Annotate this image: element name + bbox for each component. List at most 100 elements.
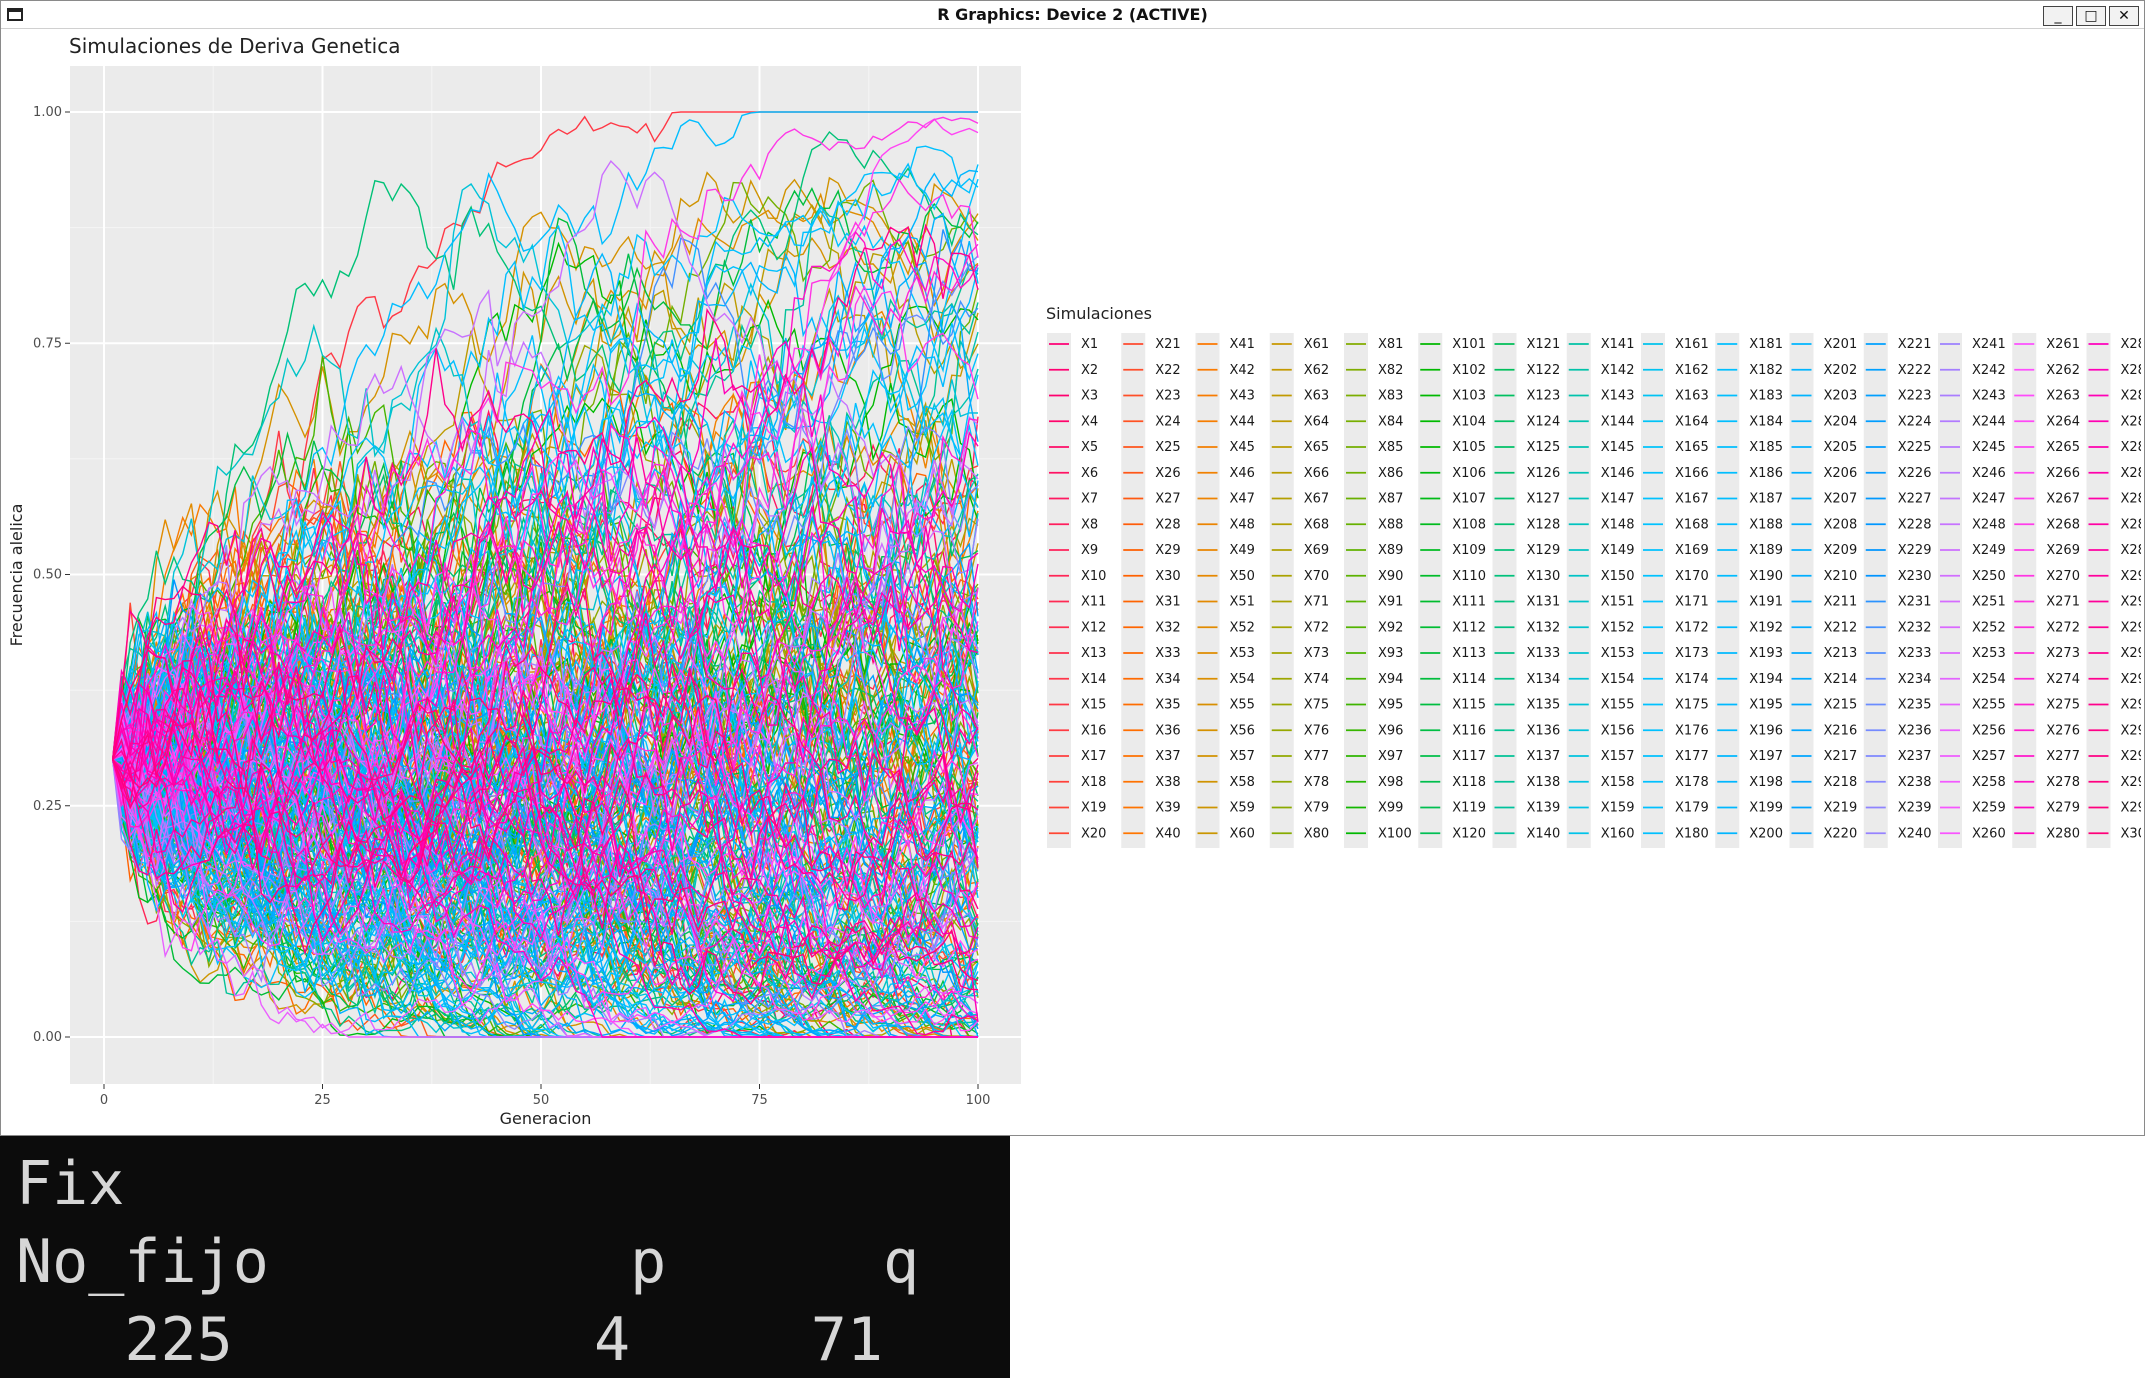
legend-label: X14	[1081, 672, 1106, 687]
legend-label: X99	[1378, 801, 1403, 816]
legend-label: X24	[1155, 414, 1180, 429]
legend-label: X248	[1972, 517, 2006, 532]
legend-key-column	[1863, 333, 1888, 848]
legend-key-column	[1715, 333, 1740, 848]
legend-label: X206	[1824, 466, 1858, 481]
legend-label: X115	[1452, 698, 1486, 713]
legend-label: X280	[2046, 826, 2080, 841]
console-line-1: Fix	[16, 1149, 125, 1219]
legend-label: X240	[1898, 826, 1932, 841]
legend-label: X1	[1081, 337, 1098, 352]
legend-label: X162	[1675, 363, 1709, 378]
legend-label: X259	[1972, 801, 2006, 816]
legend-label: X220	[1824, 826, 1858, 841]
legend-label: X94	[1378, 672, 1403, 687]
legend-label: X279	[2046, 801, 2080, 816]
legend-label: X105	[1452, 440, 1486, 455]
legend-label: X81	[1378, 337, 1403, 352]
legend-label: X102	[1452, 363, 1486, 378]
legend-label: X274	[2046, 672, 2080, 687]
legend-label: X82	[1378, 363, 1403, 378]
legend-label: X23	[1155, 389, 1180, 404]
legend-label: X198	[1749, 775, 1783, 790]
legend-label: X282	[2121, 363, 2142, 378]
legend-label: X52	[1230, 620, 1255, 635]
x-axis-title: Generacion	[500, 1109, 592, 1128]
legend-label: X127	[1527, 492, 1561, 507]
legend-label: X62	[1304, 363, 1329, 378]
legend-label: X214	[1824, 672, 1858, 687]
legend-key-column	[1269, 333, 1294, 848]
legend-label: X273	[2046, 646, 2080, 661]
legend-label: X224	[1898, 414, 1932, 429]
legend-label: X68	[1304, 517, 1329, 532]
legend-label: X66	[1304, 466, 1329, 481]
legend-label: X216	[1824, 723, 1858, 738]
legend-label: X86	[1378, 466, 1403, 481]
legend-label: X173	[1675, 646, 1709, 661]
legend-label: X175	[1675, 698, 1709, 713]
legend-label: X168	[1675, 517, 1709, 532]
legend-label: X298	[2121, 775, 2142, 790]
legend-label: X130	[1527, 569, 1561, 584]
legend-label: X189	[1749, 543, 1783, 558]
legend-key-column	[1121, 333, 1146, 848]
legend-label: X42	[1230, 363, 1255, 378]
legend-label: X193	[1749, 646, 1783, 661]
legend-label: X285	[2121, 440, 2142, 455]
legend-label: X59	[1230, 801, 1255, 816]
legend-label: X44	[1230, 414, 1255, 429]
legend-label: X84	[1378, 414, 1403, 429]
legend-label: X151	[1601, 595, 1635, 610]
legend-label: X166	[1675, 466, 1709, 481]
legend-label: X276	[2046, 723, 2080, 738]
legend-label: X150	[1601, 569, 1635, 584]
legend-label: X40	[1155, 826, 1180, 841]
legend-label: X95	[1378, 698, 1403, 713]
legend-key-column	[1418, 333, 1443, 848]
legend-label: X38	[1155, 775, 1180, 790]
legend-label: X277	[2046, 749, 2080, 764]
y-tick-label: 0.50	[33, 568, 62, 583]
legend-label: X136	[1527, 723, 1561, 738]
legend-label: X25	[1155, 440, 1180, 455]
close-button[interactable]: ✕	[2109, 6, 2139, 26]
legend-label: X244	[1972, 414, 2006, 429]
legend-label: X137	[1527, 749, 1561, 764]
legend-label: X43	[1230, 389, 1255, 404]
legend-label: X202	[1824, 363, 1858, 378]
legend-label: X181	[1749, 337, 1783, 352]
legend-key-column	[1641, 333, 1665, 848]
maximize-button[interactable]: □	[2076, 6, 2106, 26]
legend-label: X185	[1749, 440, 1783, 455]
legend-label: X260	[1972, 826, 2006, 841]
legend-label: X33	[1155, 646, 1180, 661]
legend-label: X209	[1824, 543, 1858, 558]
legend-label: X29	[1155, 543, 1180, 558]
legend-label: X139	[1527, 801, 1561, 816]
legend-label: X191	[1749, 595, 1783, 610]
legend-label: X126	[1527, 466, 1561, 481]
legend-label: X262	[2046, 363, 2080, 378]
legend-label: X208	[1824, 517, 1858, 532]
legend-label: X205	[1824, 440, 1858, 455]
legend-label: X194	[1749, 672, 1783, 687]
legend-label: X266	[2046, 466, 2080, 481]
legend-label: X45	[1230, 440, 1255, 455]
legend-label: X218	[1824, 775, 1858, 790]
legend-label: X211	[1824, 595, 1858, 610]
legend-label: X35	[1155, 698, 1180, 713]
legend-label: X135	[1527, 698, 1561, 713]
legend-label: X140	[1527, 826, 1561, 841]
legend-label: X65	[1304, 440, 1329, 455]
legend-label: X110	[1452, 569, 1486, 584]
legend-label: X109	[1452, 543, 1486, 558]
title-bar[interactable]: R Graphics: Device 2 (ACTIVE) _ □ ✕	[1, 1, 2144, 29]
legend-label: X207	[1824, 492, 1858, 507]
minimize-button[interactable]: _	[2043, 6, 2073, 26]
legend-key-column	[1492, 333, 1517, 848]
legend-label: X54	[1230, 672, 1255, 687]
legend-label: X161	[1675, 337, 1709, 352]
legend-label: X11	[1081, 595, 1106, 610]
legend-label: X288	[2121, 517, 2142, 532]
